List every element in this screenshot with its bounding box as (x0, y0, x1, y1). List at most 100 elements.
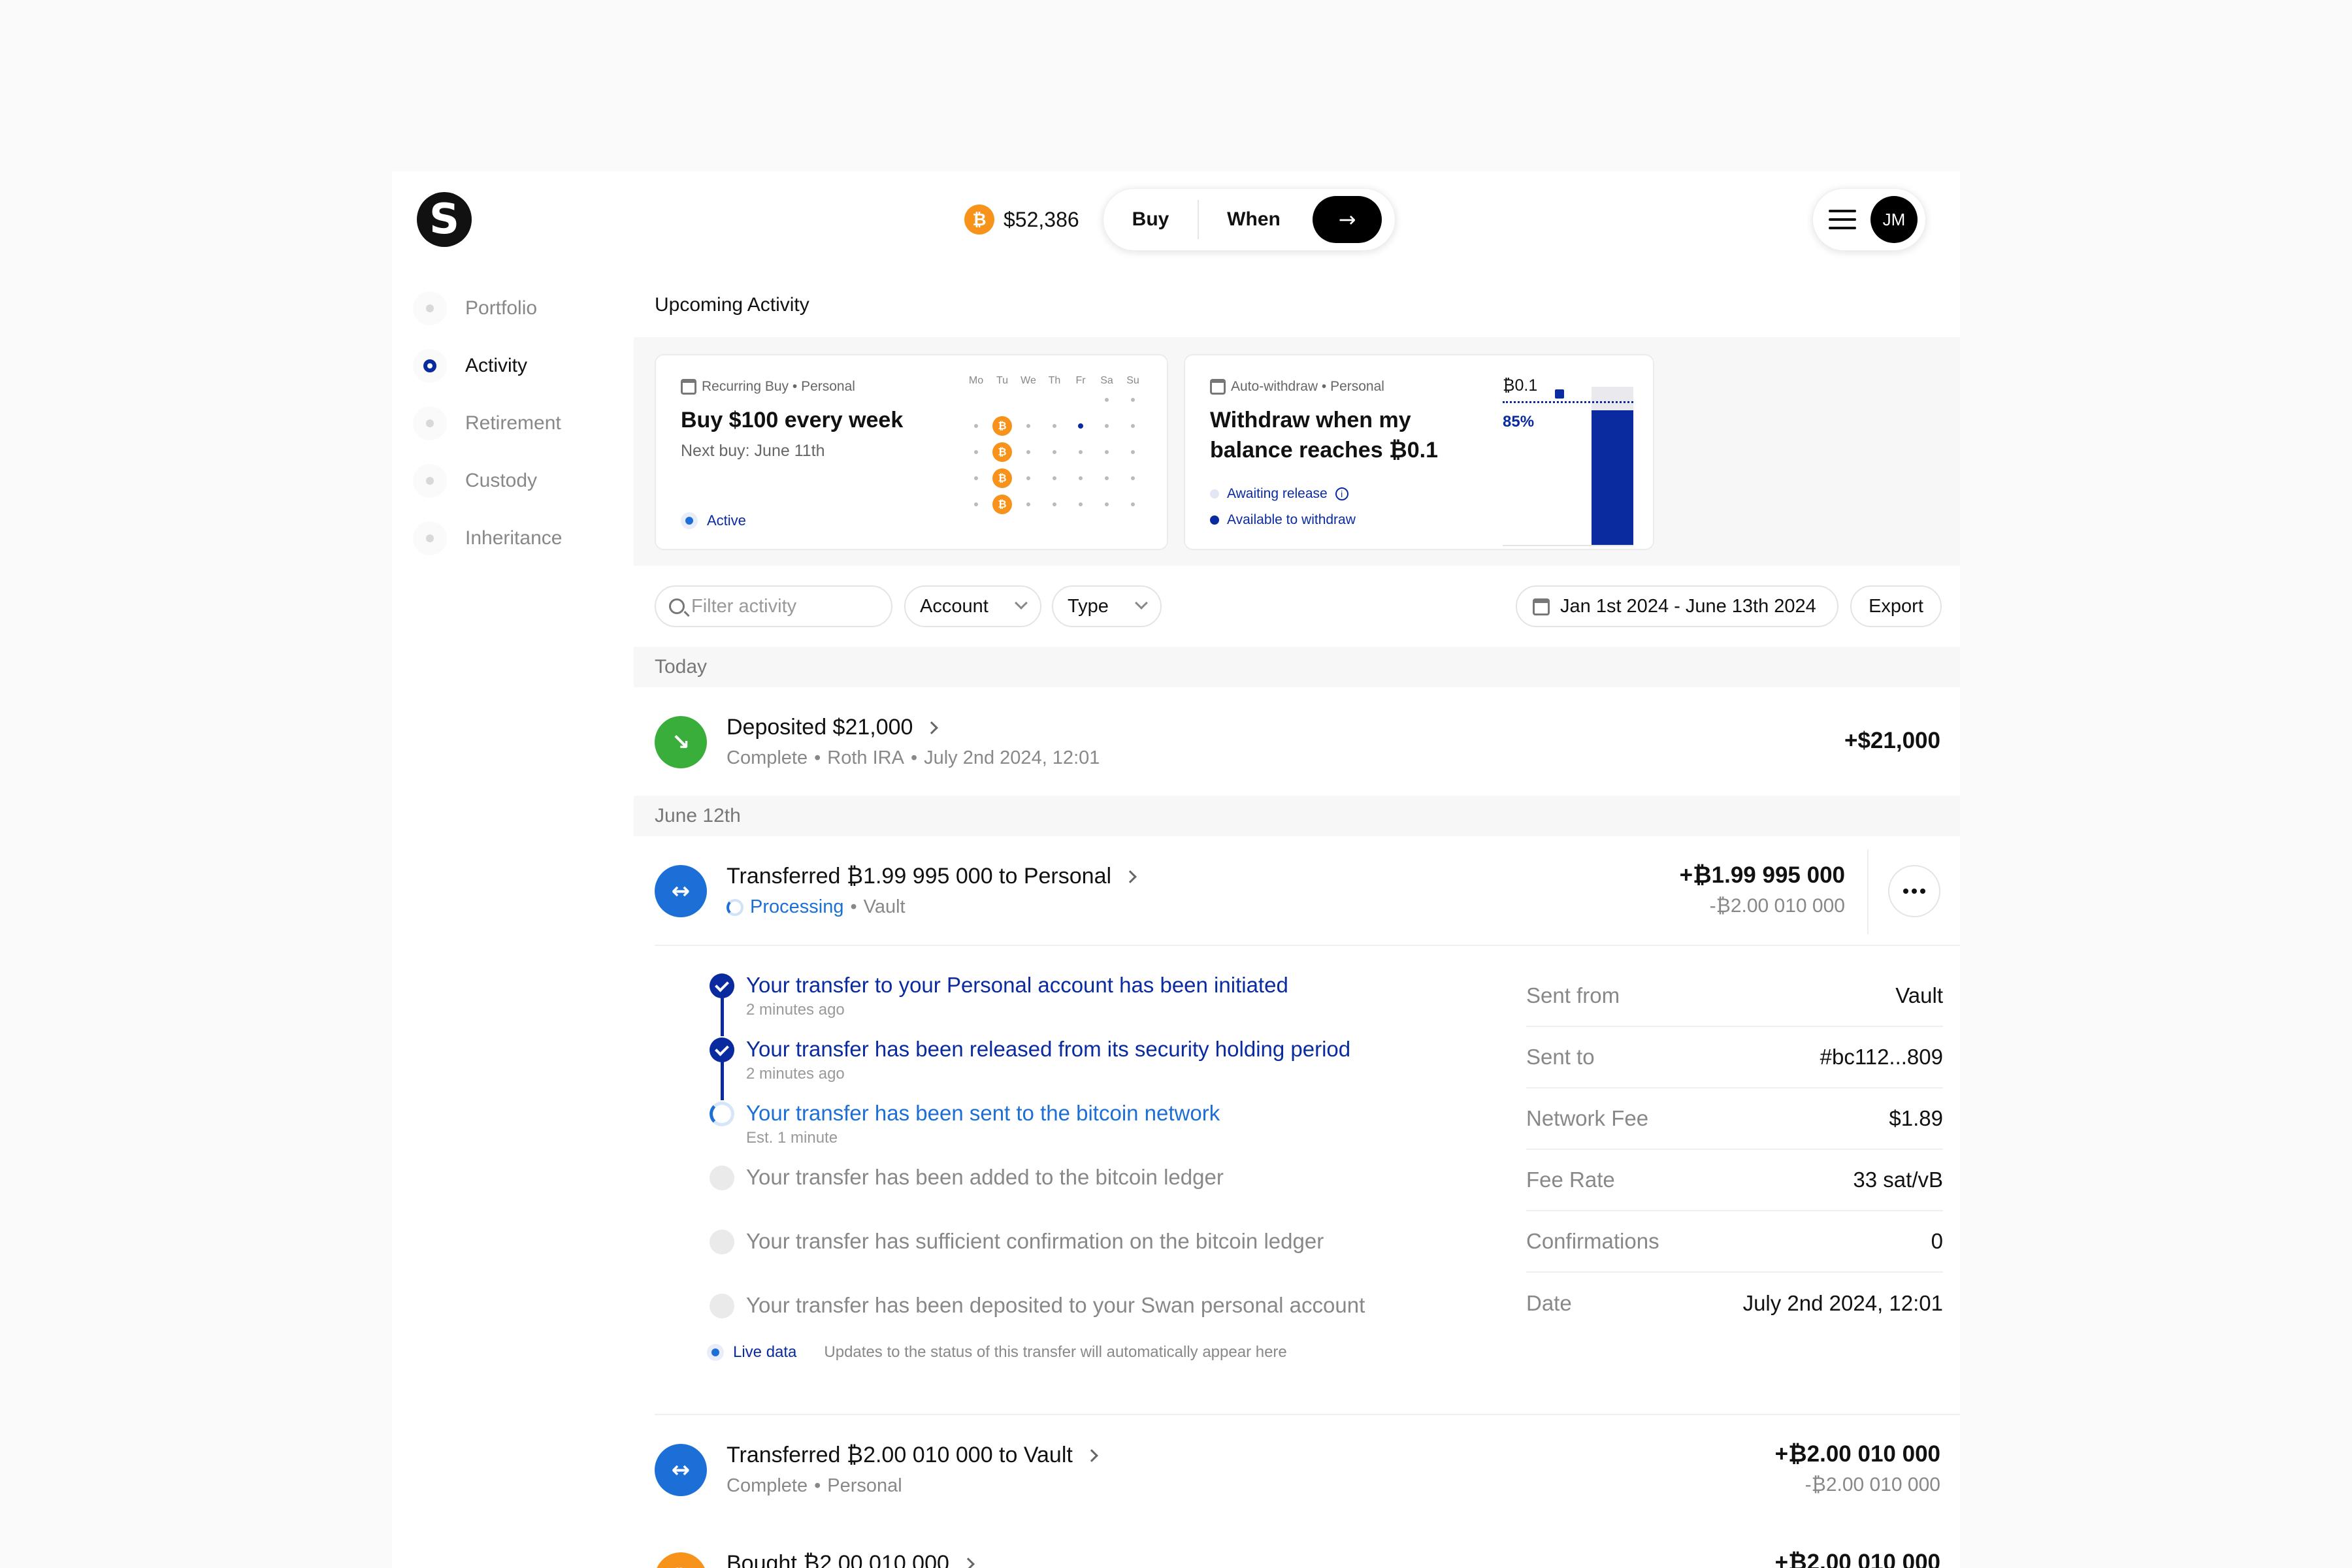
threshold-line (1503, 401, 1633, 403)
when-button[interactable]: When (1199, 200, 1309, 239)
recurring-buy-card[interactable]: Recurring Buy • Personal Buy $100 every … (655, 354, 1168, 550)
transaction-row-bought[interactable]: ₿ Bought ₿2.00 010 000 +₿2.00 010 000 (634, 1524, 1960, 1568)
date-range-picker[interactable]: Jan 1st 2024 - June 13th 2024 (1516, 585, 1838, 627)
bitcoin-icon: ₿ (992, 468, 1012, 488)
chevron-right-icon (962, 1557, 975, 1568)
type-dropdown[interactable]: Type (1052, 585, 1162, 627)
sidebar-item-portfolio[interactable]: Portfolio (413, 289, 537, 328)
step-title: Your transfer has been sent to the bitco… (746, 1101, 1220, 1125)
transaction-status: Complete (727, 1475, 808, 1496)
btc-price-ticker: ₿ $52,386 (964, 200, 1079, 239)
transaction-amount: +$21,000 (1844, 728, 1940, 753)
pending-circle-icon (710, 1166, 734, 1190)
card-title: Buy $100 every week (681, 408, 904, 433)
nav-dot-icon (413, 521, 447, 555)
transfer-details-list: Sent from Vault Sent to #bc112...809 Netwo… (1526, 966, 1943, 1334)
transaction-title-text: Transferred ₿2.00 010 000 to Vault (727, 1443, 1073, 1467)
amount-sub: -₿2.00 010 000 (1805, 1474, 1940, 1495)
progress-percent: 85% (1503, 413, 1535, 431)
chevron-down-icon (1135, 596, 1148, 610)
detail-key: Date (1526, 1291, 1572, 1315)
transfer-detail-panel: Your transfer to your Personal account h… (655, 945, 1960, 1414)
search-placeholder: Filter activity (691, 595, 797, 617)
detail-value: July 2nd 2024, 12:01 (1742, 1291, 1943, 1315)
card-kicker: Recurring Buy • Personal (681, 379, 855, 395)
app-frame: S ₿ $52,386 Buy When → JM Portfolio Acti… (392, 171, 1960, 1568)
amount-main: +₿2.00 010 000 (1774, 1441, 1940, 1467)
card-kicker: Auto-withdraw • Personal (1210, 379, 1384, 395)
group-heading-today: Today (634, 647, 1960, 687)
transaction-account: Vault (863, 896, 906, 917)
balance-progress-bar: ₿0.1 85% (1503, 371, 1642, 546)
legend-available: Available to withdraw (1227, 512, 1356, 527)
progress-track (1592, 387, 1633, 545)
weekday-label: Mo (968, 375, 984, 386)
account-dropdown[interactable]: Account (904, 585, 1041, 627)
more-options-button[interactable] (1888, 865, 1940, 917)
buy-button[interactable]: Buy (1103, 200, 1199, 239)
wallet-icon (1210, 379, 1226, 395)
transaction-row-transfer-personal[interactable]: ↔ Transferred ₿1.99 995 000 to Personal … (634, 836, 1960, 945)
timeline-step: Your transfer has been added to the bitc… (710, 1162, 1428, 1226)
detail-row: Confirmations 0 (1526, 1211, 1943, 1273)
timeline-connector (721, 996, 724, 1036)
sidebar-item-custody[interactable]: Custody (413, 461, 537, 500)
avatar[interactable]: JM (1870, 196, 1918, 243)
transfer-arrows-icon: ↔ (655, 1444, 707, 1496)
transaction-row-deposit[interactable]: ↘ Deposited $21,000 Complete • Roth IRA • … (634, 687, 1960, 796)
detail-key: Sent from (1526, 983, 1620, 1007)
timeline-step: Your transfer to your Personal account h… (710, 970, 1428, 1036)
bitcoin-icon: ₿ (964, 204, 994, 235)
account-menu[interactable]: JM (1812, 188, 1926, 251)
transaction-title: Transferred ₿1.99 995 000 to Personal (727, 864, 1137, 889)
timeline-step: Your transfer has sufficient confirmatio… (710, 1226, 1428, 1290)
go-button[interactable]: → (1313, 196, 1382, 243)
lock-icon (1555, 389, 1564, 399)
detail-value: Vault (1895, 983, 1943, 1007)
export-button[interactable]: Export (1850, 585, 1942, 627)
hamburger-menu-icon[interactable] (1829, 210, 1856, 229)
weekday-label: We (1021, 375, 1036, 386)
weekday-label: Tu (996, 375, 1009, 386)
filter-search-input[interactable]: Filter activity (655, 585, 892, 627)
swan-logo[interactable]: S (417, 192, 472, 247)
auto-withdraw-card[interactable]: Auto-withdraw • Personal Withdraw when m… (1184, 354, 1654, 550)
transaction-account: Roth IRA (827, 747, 904, 768)
transaction-amount: +₿2.00 010 000 -₿2.00 010 000 (1775, 1441, 1940, 1496)
weekday-label: Sa (1100, 375, 1113, 386)
nav-dot-active-icon (413, 349, 447, 383)
transfer-arrows-icon: ↔ (655, 865, 707, 917)
timeline-step: Your transfer has been sent to the bitco… (710, 1098, 1428, 1162)
detail-value: $1.89 (1889, 1106, 1943, 1130)
card-title-line: Withdraw when my (1210, 408, 1411, 433)
transaction-title: Bought ₿2.00 010 000 (727, 1551, 975, 1568)
bitcoin-icon: ₿ (992, 442, 1012, 462)
sidebar-item-retirement[interactable]: Retirement (413, 404, 561, 443)
card-title-line: balance reaches ₿0.1 (1210, 438, 1439, 463)
step-time: 2 minutes ago (746, 1001, 845, 1019)
transaction-title-text: Deposited $21,000 (727, 715, 913, 740)
nav-dot-icon (413, 291, 447, 325)
detail-row: Network Fee $1.89 (1526, 1088, 1943, 1150)
chevron-down-icon (1015, 596, 1028, 610)
upcoming-activity-section: Recurring Buy • Personal Buy $100 every … (634, 337, 1960, 566)
transaction-status: Complete (727, 747, 808, 768)
transaction-row-transfer-vault[interactable]: ↔ Transferred ₿2.00 010 000 to Vault Com… (634, 1415, 1960, 1524)
legend-dot-icon (1210, 515, 1219, 525)
info-icon[interactable]: i (1335, 487, 1348, 500)
detail-value[interactable]: #bc112...809 (1820, 1045, 1943, 1070)
baseline (1503, 545, 1633, 546)
sidebar-item-activity[interactable]: Activity (413, 346, 527, 385)
divider (1867, 849, 1869, 934)
account-dropdown-label: Account (920, 595, 988, 617)
btc-price: $52,386 (1004, 207, 1079, 231)
pending-circle-icon (710, 1230, 734, 1254)
sidebar-item-inheritance[interactable]: Inheritance (413, 519, 562, 558)
chevron-right-icon (925, 721, 939, 734)
search-icon (669, 598, 685, 614)
threshold-label: ₿0.1 (1503, 376, 1538, 395)
step-title: Your transfer has been added to the bitc… (746, 1165, 1224, 1189)
kicker-text: Recurring Buy • Personal (702, 379, 855, 394)
status-badge: Active (681, 512, 746, 529)
live-data-indicator: Live data Updates to the status of this … (707, 1343, 1287, 1362)
